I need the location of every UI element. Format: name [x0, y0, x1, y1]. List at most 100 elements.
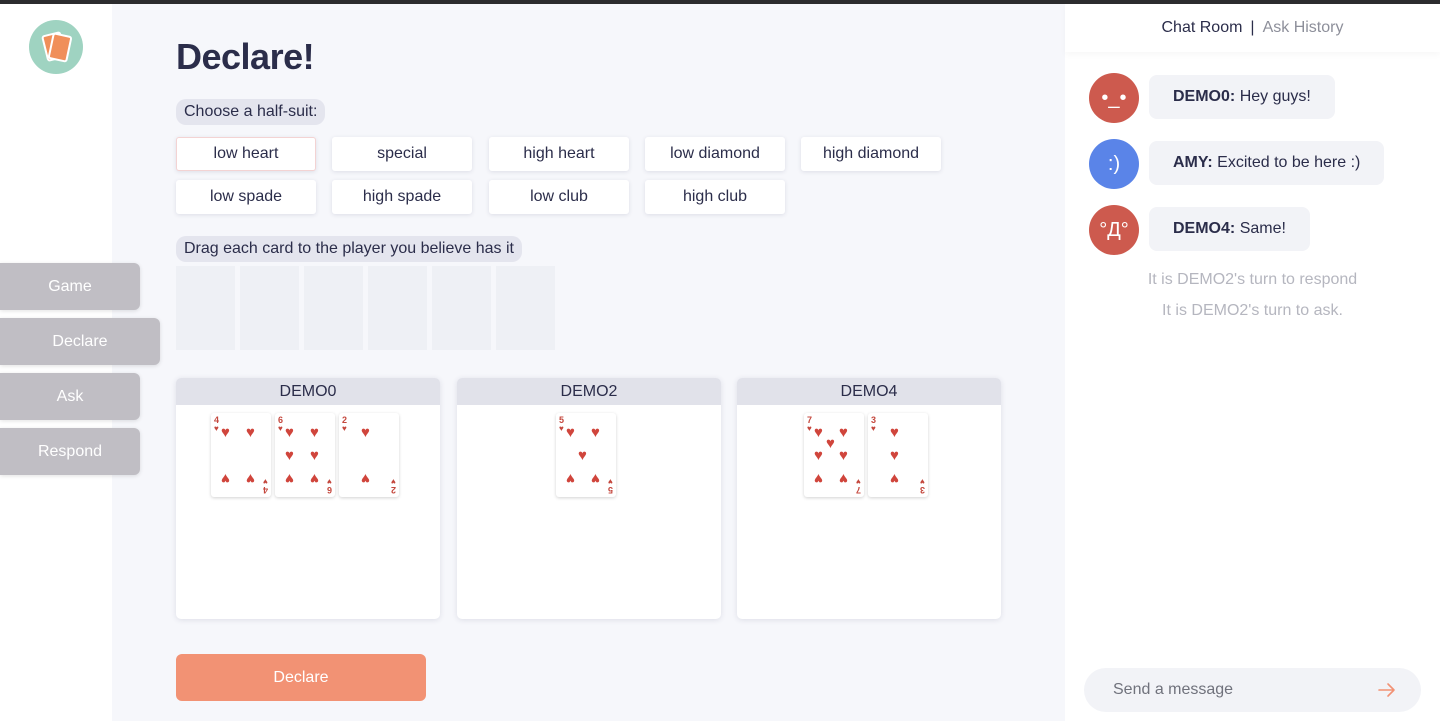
player-box-demo4[interactable]: DEMO4 7 ♥ ♥ ♥ ♥ ♥ ♥ ♥ ♥ 7 ♥ 3 ♥ ♥ ♥ ♥ 3 ♥	[737, 378, 1001, 619]
heart-icon: ♥	[566, 424, 575, 441]
chat-tabs: Chat Room | Ask History	[1065, 4, 1440, 52]
heart-icon: ♥	[591, 470, 600, 487]
card-slot[interactable]	[496, 266, 556, 350]
card-rank: 5	[607, 485, 613, 495]
player-box-demo0[interactable]: DEMO0 4 ♥ ♥ ♥ ♥ ♥ 4 ♥ 6 ♥ ♥ ♥ ♥ ♥ ♥ ♥ 6 ♥ 2 ♥	[176, 378, 440, 619]
heart-icon: ♥	[578, 447, 587, 464]
heart-icon: ♥	[361, 470, 370, 487]
chat-message: DEMO4: Same!	[1149, 207, 1310, 251]
half-suit-low-heart[interactable]: low heart	[176, 137, 316, 171]
card-slot[interactable]	[432, 266, 492, 350]
player-name: DEMO4	[737, 378, 1001, 405]
player-cards: 5 ♥ ♥ ♥ ♥ ♥ ♥ 5 ♥	[457, 405, 721, 619]
half-suit-low-spade[interactable]: low spade	[176, 180, 316, 214]
player-name: DEMO0	[176, 378, 440, 405]
nav-ask-button[interactable]: Ask	[0, 373, 140, 420]
card-rank: 6	[326, 485, 332, 495]
heart-icon: ♥	[361, 424, 370, 441]
system-message: It is DEMO2's turn to respond	[1147, 271, 1358, 288]
heart-icon: ♥	[246, 470, 255, 487]
message-sender: DEMO4:	[1173, 220, 1236, 237]
player-name: DEMO2	[457, 378, 721, 405]
message-input[interactable]	[1113, 668, 1363, 712]
heart-icon: ♥	[890, 447, 899, 464]
heart-icon: ♥	[342, 424, 347, 433]
chat-message: DEMO0: Hey guys!	[1149, 75, 1335, 119]
half-suit-high-spade[interactable]: high spade	[332, 180, 472, 214]
card-slot[interactable]	[368, 266, 428, 350]
message-sender: AMY:	[1173, 154, 1213, 171]
nav-respond-button[interactable]: Respond	[0, 428, 140, 475]
heart-icon: ♥	[310, 424, 319, 441]
heart-icon: ♥	[890, 424, 899, 441]
message-text: Excited to be here :)	[1217, 154, 1361, 171]
heart-icon: ♥	[263, 477, 268, 486]
avatar: •_•	[1089, 73, 1139, 123]
tab-ask-history[interactable]: Ask History	[1263, 19, 1344, 36]
heart-icon: ♥	[310, 470, 319, 487]
player-cards: 4 ♥ ♥ ♥ ♥ ♥ 4 ♥ 6 ♥ ♥ ♥ ♥ ♥ ♥ ♥ 6 ♥ 2 ♥ ♥ ♥	[176, 405, 440, 619]
card-4-of-hearts[interactable]: 4 ♥ ♥ ♥ ♥ ♥ 4 ♥	[211, 413, 271, 497]
heart-icon: ♥	[285, 470, 294, 487]
heart-icon: ♥	[591, 424, 600, 441]
card-rank: 4	[262, 485, 268, 495]
heart-icon: ♥	[559, 424, 564, 433]
half-suit-high-diamond[interactable]: high diamond	[801, 137, 941, 171]
heart-icon: ♥	[871, 424, 876, 433]
heart-icon: ♥	[839, 447, 848, 464]
heart-icon: ♥	[310, 447, 319, 464]
message-text: Same!	[1239, 220, 1286, 237]
message-text: Hey guys!	[1239, 88, 1311, 105]
card-rank: 7	[855, 485, 861, 495]
cards-logo-icon[interactable]	[29, 20, 83, 74]
heart-icon: ♥	[856, 477, 861, 486]
heart-icon: ♥	[814, 447, 823, 464]
card-6-of-hearts[interactable]: 6 ♥ ♥ ♥ ♥ ♥ ♥ ♥ 6 ♥	[275, 413, 335, 497]
heart-icon: ♥	[391, 477, 396, 486]
declare-submit-button[interactable]: Declare	[176, 654, 426, 701]
heart-icon: ♥	[839, 424, 848, 441]
half-suit-low-diamond[interactable]: low diamond	[645, 137, 785, 171]
half-suit-high-club[interactable]: high club	[645, 180, 785, 214]
heart-icon: ♥	[285, 447, 294, 464]
heart-icon: ♥	[214, 424, 219, 433]
tab-chat-room[interactable]: Chat Room	[1162, 19, 1243, 36]
message-sender: DEMO0:	[1173, 88, 1236, 105]
chat-panel: Chat Room | Ask History •_• DEMO0: Hey guy…	[1065, 4, 1440, 721]
card-slot[interactable]	[176, 266, 236, 350]
heart-icon: ♥	[890, 470, 899, 487]
avatar: °Д°	[1089, 205, 1139, 255]
heart-icon: ♥	[807, 424, 812, 433]
heart-icon: ♥	[608, 477, 613, 486]
heart-icon: ♥	[814, 470, 823, 487]
message-input-container	[1084, 668, 1421, 712]
half-suit-high-heart[interactable]: high heart	[489, 137, 629, 171]
chat-message: AMY: Excited to be here :)	[1149, 141, 1385, 185]
heart-icon: ♥	[278, 424, 283, 433]
heart-icon: ♥	[285, 424, 294, 441]
card-3-of-hearts[interactable]: 3 ♥ ♥ ♥ ♥ 3 ♥	[868, 413, 928, 497]
heart-icon: ♥	[221, 470, 230, 487]
card-7-of-hearts[interactable]: 7 ♥ ♥ ♥ ♥ ♥ ♥ ♥ ♥ 7 ♥	[804, 413, 864, 497]
heart-icon: ♥	[246, 424, 255, 441]
card-2-of-hearts[interactable]: 2 ♥ ♥ ♥ 2 ♥	[339, 413, 399, 497]
nav-game-button[interactable]: Game	[0, 263, 140, 310]
half-suit-low-club[interactable]: low club	[489, 180, 629, 214]
half-suit-special[interactable]: special	[332, 137, 472, 171]
arrow-right-icon[interactable]	[1377, 680, 1397, 700]
heart-icon: ♥	[327, 477, 332, 486]
tab-separator: |	[1250, 19, 1255, 36]
declare-panel: Declare! Choose a half-suit: low heart s…	[112, 4, 1065, 721]
card-slot[interactable]	[304, 266, 364, 350]
heart-icon: ♥	[814, 424, 823, 441]
nav-declare-button[interactable]: Declare	[0, 318, 160, 365]
card-rank: 3	[919, 485, 925, 495]
card-slot[interactable]	[240, 266, 300, 350]
system-message: It is DEMO2's turn to ask.	[1162, 302, 1343, 319]
drag-prompt: Drag each card to the player you believe…	[176, 236, 522, 262]
player-box-demo2[interactable]: DEMO2 5 ♥ ♥ ♥ ♥ ♥ ♥ 5 ♥	[457, 378, 721, 619]
avatar: :)	[1089, 139, 1139, 189]
heart-icon: ♥	[839, 470, 848, 487]
heart-icon: ♥	[826, 435, 835, 452]
card-5-of-hearts[interactable]: 5 ♥ ♥ ♥ ♥ ♥ ♥ 5 ♥	[556, 413, 616, 497]
